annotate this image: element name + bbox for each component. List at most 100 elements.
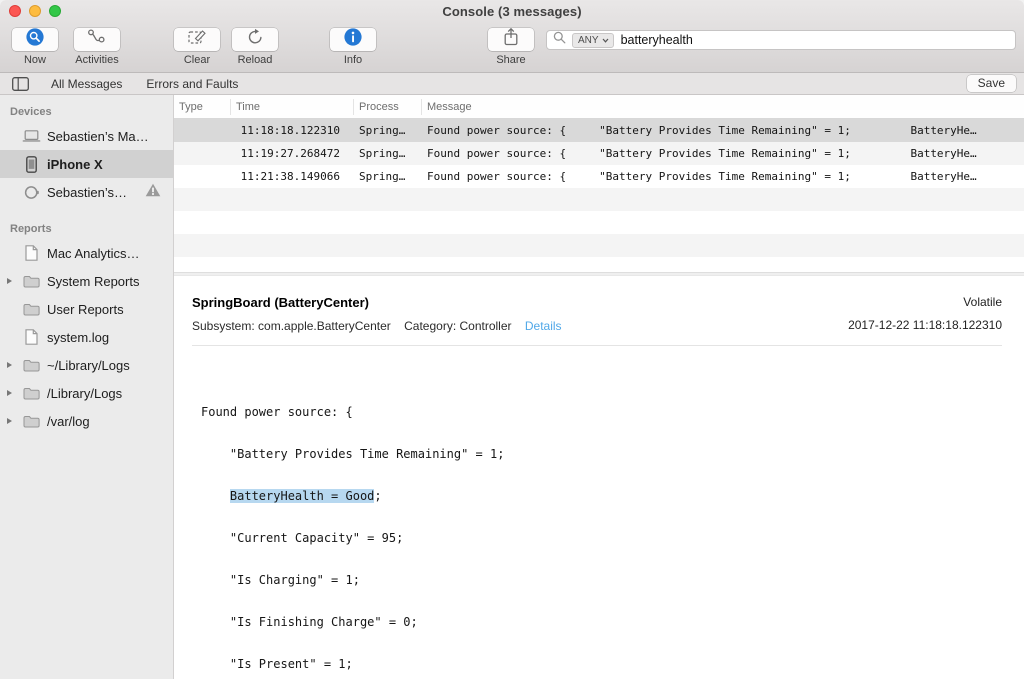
row-process: Spring… — [354, 124, 422, 137]
row-message: Found power source: { "Battery Provides … — [422, 124, 1024, 137]
activities-label: Activities — [75, 54, 118, 66]
console-window: Console (3 messages) Now Activities Clea… — [0, 0, 1024, 679]
row-time: 11:21:38.149066 — [231, 170, 354, 183]
share-label: Share — [496, 54, 525, 66]
category-label: Category: — [404, 319, 456, 333]
log-line: "Is Charging" = 1; — [201, 573, 1002, 587]
clear-button[interactable]: Clear — [172, 28, 222, 66]
subsystem-label: Subsystem: — [192, 319, 255, 333]
activities-icon — [86, 28, 108, 51]
sidebar-item-sebastiens-watch[interactable]: Sebastien’s… — [0, 178, 173, 206]
toolbar: Now Activities Clear Reload Info Share — [0, 22, 1024, 72]
reload-label: Reload — [238, 54, 273, 66]
now-button[interactable]: Now — [10, 28, 60, 66]
detail-right: Volatile 2017-12-22 11:18:18.122310 — [848, 295, 1002, 333]
now-label: Now — [24, 54, 46, 66]
disclosure-triangle-icon[interactable] — [7, 278, 12, 284]
folder-icon — [20, 275, 42, 288]
table-row[interactable]: 11:18:18.122310 Spring… Found power sour… — [174, 119, 1024, 142]
column-header-type[interactable]: Type — [174, 99, 231, 115]
log-line: Found power source: { — [201, 405, 1002, 419]
filter-all-messages[interactable]: All Messages — [51, 77, 122, 91]
details-link[interactable]: Details — [525, 319, 562, 333]
row-message: Found power source: { "Battery Provides … — [422, 147, 1024, 160]
row-process: Spring… — [354, 147, 422, 160]
reports-header: Reports — [0, 218, 173, 239]
filter-errors-faults[interactable]: Errors and Faults — [146, 77, 238, 91]
share-button[interactable]: Share — [486, 28, 536, 66]
folder-icon — [20, 387, 42, 400]
sidebar: Devices Sebastien’s Ma… iPhone X Sebasti… — [0, 95, 174, 679]
log-line: "Is Finishing Charge" = 0; — [201, 615, 1002, 629]
detail-left: SpringBoard (BatteryCenter) Subsystem: c… — [192, 295, 562, 333]
sidebar-item-user-library-logs[interactable]: ~/Library/Logs — [0, 351, 173, 379]
category-value: Controller — [460, 319, 512, 333]
subsystem-value: com.apple.BatteryCenter — [258, 319, 391, 333]
search-scope-token[interactable]: ANY — [572, 33, 614, 48]
search-highlight: BatteryHealth = Good — [230, 489, 375, 503]
row-time: 11:18:18.122310 — [231, 124, 354, 137]
empty-table-area — [174, 188, 1024, 272]
activities-button[interactable]: Activities — [72, 28, 122, 66]
info-icon — [343, 27, 363, 52]
volatile-badge: Volatile — [848, 295, 1002, 309]
detail-timestamp: 2017-12-22 11:18:18.122310 — [848, 318, 1002, 332]
sidebar-item-library-logs[interactable]: /Library/Logs — [0, 379, 173, 407]
table-row[interactable]: 11:21:38.149066 Spring… Found power sour… — [174, 165, 1024, 188]
sidebar-item-var-log[interactable]: /var/log — [0, 407, 173, 435]
detail-title: SpringBoard (BatteryCenter) — [192, 295, 562, 310]
laptop-icon — [20, 130, 42, 143]
sidebar-item-user-reports[interactable]: User Reports — [0, 295, 173, 323]
sidebar-item-system-reports[interactable]: System Reports — [0, 267, 173, 295]
table-row[interactable]: 11:19:27.268472 Spring… Found power sour… — [174, 142, 1024, 165]
table-header: Type Time Process Message — [174, 95, 1024, 119]
detail-separator — [192, 345, 1002, 346]
row-process: Spring… — [354, 170, 422, 183]
content: Devices Sebastien’s Ma… iPhone X Sebasti… — [0, 95, 1024, 679]
disclosure-triangle-icon[interactable] — [7, 362, 12, 368]
devices-header: Devices — [0, 101, 173, 122]
save-button[interactable]: Save — [967, 75, 1016, 92]
reload-button[interactable]: Reload — [230, 28, 280, 66]
folder-icon — [20, 359, 42, 372]
sidebar-toggle-button[interactable] — [12, 77, 29, 91]
clear-label: Clear — [184, 54, 210, 66]
detail-pane: SpringBoard (BatteryCenter) Subsystem: c… — [174, 276, 1024, 679]
search-value: batteryhealth — [621, 33, 693, 47]
search-icon — [553, 31, 566, 49]
log-line: "Current Capacity" = 95; — [201, 531, 1002, 545]
window-title: Console (3 messages) — [0, 4, 1024, 19]
filter-bar: All Messages Errors and Faults Save — [0, 72, 1024, 95]
search-area: ANY batteryhealth — [546, 30, 1016, 50]
info-label: Info — [344, 54, 362, 66]
info-button[interactable]: Info — [328, 28, 378, 66]
window-chrome: Console (3 messages) Now Activities Clea… — [0, 0, 1024, 72]
disclosure-triangle-icon[interactable] — [7, 418, 12, 424]
reload-icon — [246, 28, 264, 51]
sidebar-item-system-log[interactable]: system.log — [0, 323, 173, 351]
disclosure-triangle-icon[interactable] — [7, 390, 12, 396]
chevron-down-icon — [602, 35, 609, 46]
column-header-time[interactable]: Time — [231, 99, 354, 115]
watch-icon — [20, 184, 42, 201]
folder-icon — [20, 415, 42, 428]
now-icon — [25, 27, 45, 52]
share-icon — [502, 27, 520, 52]
clear-icon — [187, 28, 208, 51]
sidebar-item-mac-analytics[interactable]: Mac Analytics… — [0, 239, 173, 267]
row-message: Found power source: { "Battery Provides … — [422, 170, 1024, 183]
folder-icon — [20, 303, 42, 316]
iphone-icon — [20, 156, 42, 173]
column-header-process[interactable]: Process — [354, 99, 422, 115]
sidebar-item-sebastiens-mac[interactable]: Sebastien’s Ma… — [0, 122, 173, 150]
log-message-body: Found power source: { "Battery Provides … — [201, 377, 1002, 679]
log-panel: Type Time Process Message 11:18:18.12231… — [174, 95, 1024, 679]
log-line: "Is Present" = 1; — [201, 657, 1002, 671]
titlebar: Console (3 messages) — [0, 0, 1024, 22]
column-header-message[interactable]: Message — [422, 99, 1024, 115]
row-time: 11:19:27.268472 — [231, 147, 354, 160]
log-line: "Battery Provides Time Remaining" = 1; — [201, 447, 1002, 461]
document-icon — [20, 329, 42, 345]
sidebar-item-iphone-x[interactable]: iPhone X — [0, 150, 173, 178]
search-input[interactable]: ANY batteryhealth — [546, 30, 1016, 50]
